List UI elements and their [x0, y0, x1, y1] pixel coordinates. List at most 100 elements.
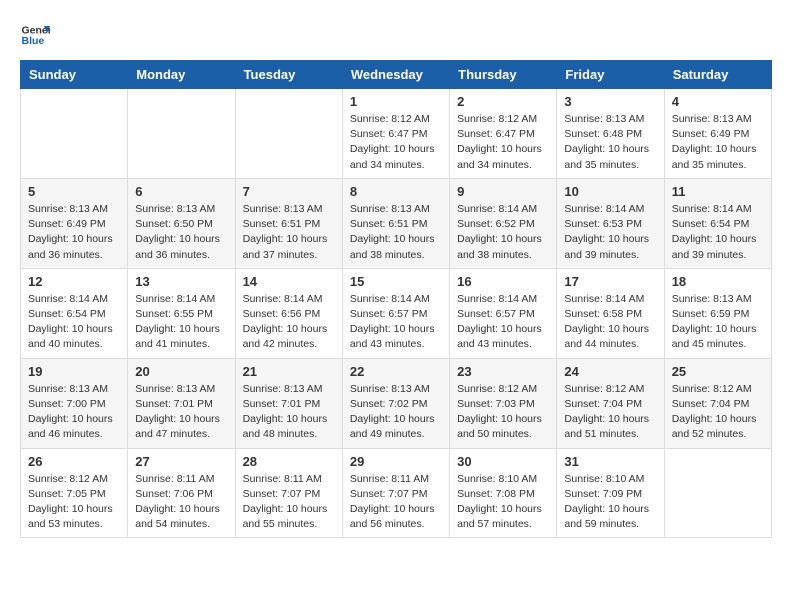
day-number: 28 — [243, 454, 335, 469]
calendar-cell — [21, 89, 128, 179]
day-info: Sunrise: 8:13 AM Sunset: 6:49 PM Dayligh… — [672, 112, 764, 173]
calendar-cell: 20 Sunrise: 8:13 AM Sunset: 7:01 PM Dayli… — [128, 358, 235, 448]
calendar-cell: 9Sunrise: 8:14 AM Sunset: 6:52 PM Daylig… — [450, 178, 557, 268]
day-info: Sunrise: 8:14 AM Sunset: 6:56 PM Dayligh… — [243, 292, 335, 353]
calendar-cell: 21 Sunrise: 8:13 AM Sunset: 7:01 PM Dayli… — [235, 358, 342, 448]
calendar-cell: 12 Sunrise: 8:14 AM Sunset: 6:54 PM Dayli… — [21, 268, 128, 358]
logo-icon: General Blue — [20, 20, 50, 50]
day-number: 15 — [350, 274, 442, 289]
calendar-cell: 25Sunrise: 8:12 AM Sunset: 7:04 PM Dayli… — [664, 358, 771, 448]
calendar-cell: 8 Sunrise: 8:13 AM Sunset: 6:51 PM Daylig… — [342, 178, 449, 268]
calendar-cell: 10Sunrise: 8:14 AM Sunset: 6:53 PM Dayli… — [557, 178, 664, 268]
day-number: 20 — [135, 364, 227, 379]
day-number: 31 — [564, 454, 656, 469]
calendar-cell: 24 Sunrise: 8:12 AM Sunset: 7:04 PM Dayli… — [557, 358, 664, 448]
calendar-cell: 31 Sunrise: 8:10 AM Sunset: 7:09 PM Dayli… — [557, 448, 664, 538]
day-number: 21 — [243, 364, 335, 379]
day-info: Sunrise: 8:13 AM Sunset: 6:49 PM Dayligh… — [28, 202, 120, 263]
calendar-cell: 6 Sunrise: 8:13 AM Sunset: 6:50 PM Daylig… — [128, 178, 235, 268]
calendar-cell: 16Sunrise: 8:14 AM Sunset: 6:57 PM Dayli… — [450, 268, 557, 358]
calendar-header-row: SundayMondayTuesdayWednesdayThursdayFrid… — [21, 61, 772, 89]
day-info: Sunrise: 8:11 AM Sunset: 7:06 PM Dayligh… — [135, 472, 227, 533]
day-info: Sunrise: 8:13 AM Sunset: 6:51 PM Dayligh… — [350, 202, 442, 263]
calendar-cell: 1 Sunrise: 8:12 AM Sunset: 6:47 PM Daylig… — [342, 89, 449, 179]
calendar-cell: 2 Sunrise: 8:12 AM Sunset: 6:47 PM Daylig… — [450, 89, 557, 179]
day-number: 12 — [28, 274, 120, 289]
calendar-cell: 18Sunrise: 8:13 AM Sunset: 6:59 PM Dayli… — [664, 268, 771, 358]
day-info: Sunrise: 8:12 AM Sunset: 6:47 PM Dayligh… — [350, 112, 442, 173]
day-info: Sunrise: 8:14 AM Sunset: 6:58 PM Dayligh… — [564, 292, 656, 353]
day-info: Sunrise: 8:14 AM Sunset: 6:57 PM Dayligh… — [350, 292, 442, 353]
calendar-cell: 30 Sunrise: 8:10 AM Sunset: 7:08 PM Dayli… — [450, 448, 557, 538]
day-number: 14 — [243, 274, 335, 289]
calendar-table: SundayMondayTuesdayWednesdayThursdayFrid… — [20, 60, 772, 538]
day-of-week-header: Tuesday — [235, 61, 342, 89]
day-number: 27 — [135, 454, 227, 469]
calendar-cell: 22 Sunrise: 8:13 AM Sunset: 7:02 PM Dayli… — [342, 358, 449, 448]
day-info: Sunrise: 8:14 AM Sunset: 6:55 PM Dayligh… — [135, 292, 227, 353]
day-info: Sunrise: 8:10 AM Sunset: 7:08 PM Dayligh… — [457, 472, 549, 533]
day-number: 26 — [28, 454, 120, 469]
day-info: Sunrise: 8:13 AM Sunset: 6:59 PM Dayligh… — [672, 292, 764, 353]
day-number: 16 — [457, 274, 549, 289]
day-of-week-header: Monday — [128, 61, 235, 89]
day-info: Sunrise: 8:14 AM Sunset: 6:54 PM Dayligh… — [672, 202, 764, 263]
day-info: Sunrise: 8:12 AM Sunset: 7:05 PM Dayligh… — [28, 472, 120, 533]
calendar-cell: 14 Sunrise: 8:14 AM Sunset: 6:56 PM Dayli… — [235, 268, 342, 358]
day-number: 23 — [457, 364, 549, 379]
logo: General Blue — [20, 20, 54, 50]
svg-text:Blue: Blue — [22, 35, 45, 47]
calendar-week-row: 26 Sunrise: 8:12 AM Sunset: 7:05 PM Dayli… — [21, 448, 772, 538]
day-info: Sunrise: 8:14 AM Sunset: 6:52 PM Dayligh… — [457, 202, 549, 263]
calendar-week-row: 19Sunrise: 8:13 AM Sunset: 7:00 PM Dayli… — [21, 358, 772, 448]
calendar-cell: 4Sunrise: 8:13 AM Sunset: 6:49 PM Daylig… — [664, 89, 771, 179]
day-of-week-header: Saturday — [664, 61, 771, 89]
calendar-cell: 23 Sunrise: 8:12 AM Sunset: 7:03 PM Dayli… — [450, 358, 557, 448]
calendar-cell: 17Sunrise: 8:14 AM Sunset: 6:58 PM Dayli… — [557, 268, 664, 358]
day-of-week-header: Friday — [557, 61, 664, 89]
day-info: Sunrise: 8:14 AM Sunset: 6:53 PM Dayligh… — [564, 202, 656, 263]
day-number: 6 — [135, 184, 227, 199]
calendar-cell — [128, 89, 235, 179]
calendar-week-row: 12 Sunrise: 8:14 AM Sunset: 6:54 PM Dayli… — [21, 268, 772, 358]
day-info: Sunrise: 8:12 AM Sunset: 7:04 PM Dayligh… — [564, 382, 656, 443]
day-number: 24 — [564, 364, 656, 379]
day-number: 30 — [457, 454, 549, 469]
day-info: Sunrise: 8:12 AM Sunset: 7:03 PM Dayligh… — [457, 382, 549, 443]
calendar-cell — [235, 89, 342, 179]
day-number: 1 — [350, 94, 442, 109]
calendar-cell: 26 Sunrise: 8:12 AM Sunset: 7:05 PM Dayli… — [21, 448, 128, 538]
calendar-cell: 7 Sunrise: 8:13 AM Sunset: 6:51 PM Daylig… — [235, 178, 342, 268]
day-number: 5 — [28, 184, 120, 199]
day-info: Sunrise: 8:13 AM Sunset: 7:01 PM Dayligh… — [135, 382, 227, 443]
calendar-week-row: 5 Sunrise: 8:13 AM Sunset: 6:49 PM Daylig… — [21, 178, 772, 268]
day-info: Sunrise: 8:14 AM Sunset: 6:54 PM Dayligh… — [28, 292, 120, 353]
day-number: 7 — [243, 184, 335, 199]
day-info: Sunrise: 8:13 AM Sunset: 7:01 PM Dayligh… — [243, 382, 335, 443]
calendar-cell: 3Sunrise: 8:13 AM Sunset: 6:48 PM Daylig… — [557, 89, 664, 179]
calendar-cell — [664, 448, 771, 538]
day-number: 25 — [672, 364, 764, 379]
day-number: 11 — [672, 184, 764, 199]
day-info: Sunrise: 8:10 AM Sunset: 7:09 PM Dayligh… — [564, 472, 656, 533]
calendar-cell: 19Sunrise: 8:13 AM Sunset: 7:00 PM Dayli… — [21, 358, 128, 448]
day-info: Sunrise: 8:11 AM Sunset: 7:07 PM Dayligh… — [350, 472, 442, 533]
day-info: Sunrise: 8:13 AM Sunset: 6:50 PM Dayligh… — [135, 202, 227, 263]
calendar-cell: 11 Sunrise: 8:14 AM Sunset: 6:54 PM Dayli… — [664, 178, 771, 268]
day-of-week-header: Wednesday — [342, 61, 449, 89]
day-number: 8 — [350, 184, 442, 199]
day-number: 29 — [350, 454, 442, 469]
day-number: 19 — [28, 364, 120, 379]
calendar-week-row: 1 Sunrise: 8:12 AM Sunset: 6:47 PM Daylig… — [21, 89, 772, 179]
day-number: 22 — [350, 364, 442, 379]
day-of-week-header: Thursday — [450, 61, 557, 89]
day-number: 2 — [457, 94, 549, 109]
day-info: Sunrise: 8:13 AM Sunset: 6:51 PM Dayligh… — [243, 202, 335, 263]
day-info: Sunrise: 8:13 AM Sunset: 7:02 PM Dayligh… — [350, 382, 442, 443]
calendar-cell: 29 Sunrise: 8:11 AM Sunset: 7:07 PM Dayli… — [342, 448, 449, 538]
page-header: General Blue — [20, 20, 772, 50]
day-number: 3 — [564, 94, 656, 109]
day-info: Sunrise: 8:12 AM Sunset: 6:47 PM Dayligh… — [457, 112, 549, 173]
calendar-cell: 13 Sunrise: 8:14 AM Sunset: 6:55 PM Dayli… — [128, 268, 235, 358]
day-number: 13 — [135, 274, 227, 289]
